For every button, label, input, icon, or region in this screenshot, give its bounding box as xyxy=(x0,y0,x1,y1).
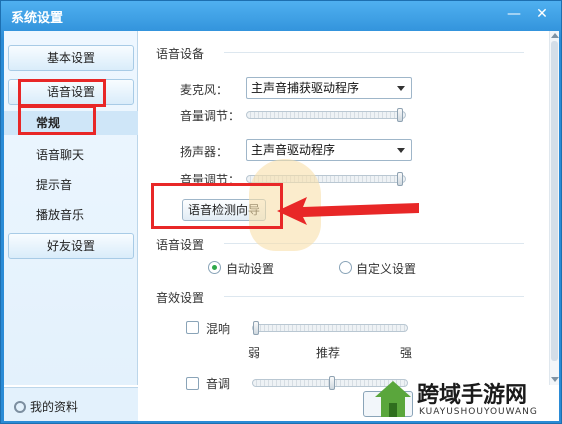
title-bar[interactable]: 系统设置 — ✕ xyxy=(1,1,562,31)
speaker-select[interactable]: 主声音驱动程序 xyxy=(246,139,412,161)
mic-volume-label: 音量调节： xyxy=(180,109,241,123)
scrollbar[interactable] xyxy=(549,31,559,385)
section-voice-device: 语音设备 xyxy=(156,47,205,61)
sidebar-subitem-play-music[interactable]: 播放音乐 xyxy=(4,203,138,227)
reverb-weak-label: 弱 xyxy=(248,346,261,360)
custom-setting-label: 自定义设置 xyxy=(356,262,417,276)
close-button[interactable]: ✕ xyxy=(529,3,555,25)
section-effects: 音效设置 xyxy=(156,291,205,305)
chevron-down-icon xyxy=(397,148,405,153)
slider-thumb[interactable] xyxy=(253,321,259,335)
tone-checkbox[interactable] xyxy=(186,377,199,390)
gear-icon xyxy=(14,401,26,413)
speaker-label: 扬声器： xyxy=(180,145,229,159)
chevron-down-icon xyxy=(397,86,405,91)
annotation-box-wizard xyxy=(151,183,283,229)
arrow-left-icon xyxy=(277,197,419,225)
mic-volume-slider[interactable] xyxy=(246,108,406,122)
reverb-slider[interactable] xyxy=(252,321,408,335)
sidebar-item-basic-settings[interactable]: 基本设置 xyxy=(8,45,134,71)
minimize-button[interactable]: — xyxy=(501,3,527,25)
mic-select-value: 主声音捕获驱动程序 xyxy=(251,81,360,95)
watermark-title: 跨域手游网 xyxy=(417,382,528,408)
tone-label: 音调 xyxy=(206,377,231,391)
reverb-strong-label: 强 xyxy=(400,346,413,360)
sidebar-footer: 我的资料 xyxy=(4,387,138,421)
house-logo-icon xyxy=(375,381,411,417)
slider-thumb[interactable] xyxy=(397,108,403,122)
sidebar-item-friend-settings[interactable]: 好友设置 xyxy=(8,233,134,259)
scrollbar-thumb[interactable] xyxy=(551,41,558,361)
my-info-label: 我的资料 xyxy=(30,400,79,414)
reverb-label: 混响 xyxy=(206,322,231,336)
my-info-link[interactable]: 我的资料 xyxy=(14,398,78,415)
site-watermark: 跨域手游网 KUAYUSHOUYOUWANG xyxy=(373,375,561,423)
annotation-box-voice-settings xyxy=(18,79,106,107)
slider-thumb[interactable] xyxy=(329,376,335,390)
auto-setting-label: 自动设置 xyxy=(226,262,275,276)
watermark-subtitle: KUAYUSHOUYOUWANG xyxy=(419,407,538,417)
scroll-up-icon[interactable] xyxy=(551,33,559,38)
section-voice-settings: 语音设置 xyxy=(156,238,205,252)
sidebar-subitem-notification-sound[interactable]: 提示音 xyxy=(4,173,138,197)
window-title: 系统设置 xyxy=(11,11,64,26)
speaker-select-value: 主声音驱动程序 xyxy=(251,143,336,157)
reverb-recommended-label: 推荐 xyxy=(316,346,341,360)
divider xyxy=(224,52,524,53)
sidebar-subitem-voice-chat[interactable]: 语音聊天 xyxy=(4,143,138,167)
settings-window: 系统设置 — ✕ 基本设置 语音设置 常规 语音聊天 提示音 播放音乐 好友设置… xyxy=(0,0,562,424)
mic-label: 麦克风： xyxy=(180,83,229,97)
mic-select[interactable]: 主声音捕获驱动程序 xyxy=(246,77,412,99)
reverb-checkbox[interactable] xyxy=(186,321,199,334)
custom-setting-radio[interactable] xyxy=(339,261,352,274)
divider xyxy=(224,296,524,297)
slider-thumb[interactable] xyxy=(397,172,403,186)
auto-setting-radio[interactable] xyxy=(208,261,221,274)
annotation-box-general xyxy=(18,105,96,135)
